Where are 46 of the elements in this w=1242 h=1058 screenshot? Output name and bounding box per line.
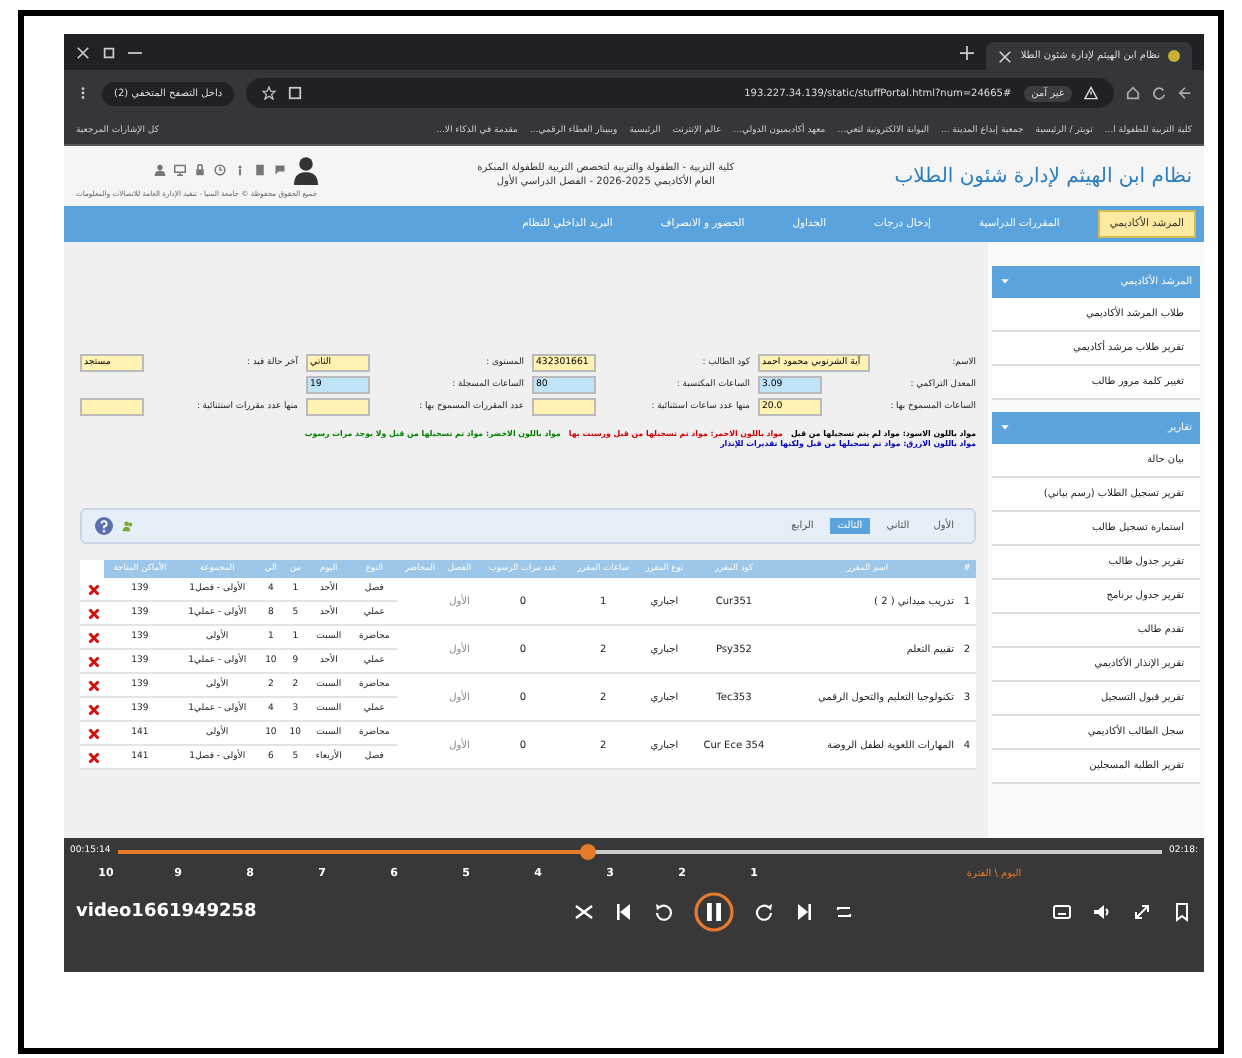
system-title: نظام ابن الهيثم لإدارة شئون الطلاب (894, 165, 1192, 187)
forward-icon[interactable] (754, 902, 774, 922)
chat-icon[interactable] (273, 164, 286, 176)
video-title: video1661949258 (76, 902, 259, 922)
avatar-icon (293, 154, 318, 186)
delete-icon[interactable] (88, 727, 100, 739)
delete-icon[interactable] (88, 631, 100, 643)
pause-button[interactable] (694, 892, 734, 932)
close-icon[interactable] (76, 45, 90, 59)
delete-icon[interactable] (88, 751, 100, 763)
new-tab-icon[interactable] (960, 45, 975, 59)
bookmark-icon[interactable] (1172, 902, 1192, 922)
favicon-icon (1168, 50, 1180, 62)
warning-icon (1084, 86, 1098, 100)
menu-icon[interactable] (76, 86, 90, 100)
monitor-icon[interactable] (173, 164, 186, 176)
delete-icon[interactable] (88, 583, 100, 595)
delete-icon[interactable] (88, 679, 100, 691)
volume-icon[interactable] (1092, 902, 1112, 922)
help-icon[interactable] (94, 516, 114, 536)
back-icon[interactable] (1178, 86, 1192, 100)
delete-icon[interactable] (88, 655, 100, 667)
home-icon[interactable] (1126, 86, 1140, 100)
expand-icon[interactable] (1132, 902, 1152, 922)
previous-icon[interactable] (614, 902, 634, 922)
lock-icon[interactable] (193, 164, 206, 176)
input-field[interactable] (306, 398, 370, 416)
delete-icon[interactable] (88, 703, 100, 715)
captions-icon[interactable] (1052, 902, 1072, 922)
restore-icon[interactable] (102, 45, 116, 59)
rewind-icon[interactable] (654, 902, 674, 922)
shuffle-icon[interactable] (574, 902, 594, 922)
caret-icon (1000, 276, 1010, 286)
input-field[interactable] (80, 398, 144, 416)
clock-icon[interactable] (213, 164, 226, 176)
user-icon[interactable] (153, 164, 166, 176)
progress-thumb[interactable] (579, 843, 596, 859)
close-icon[interactable] (998, 49, 1013, 63)
next-icon[interactable] (794, 902, 814, 922)
caret-icon (1000, 422, 1010, 432)
reload-icon[interactable] (1152, 86, 1166, 100)
repeat-icon[interactable] (834, 902, 854, 922)
delete-icon[interactable] (88, 607, 100, 619)
info-icon[interactable] (233, 164, 246, 176)
star-icon[interactable] (262, 86, 277, 100)
input-field[interactable] (532, 398, 596, 416)
